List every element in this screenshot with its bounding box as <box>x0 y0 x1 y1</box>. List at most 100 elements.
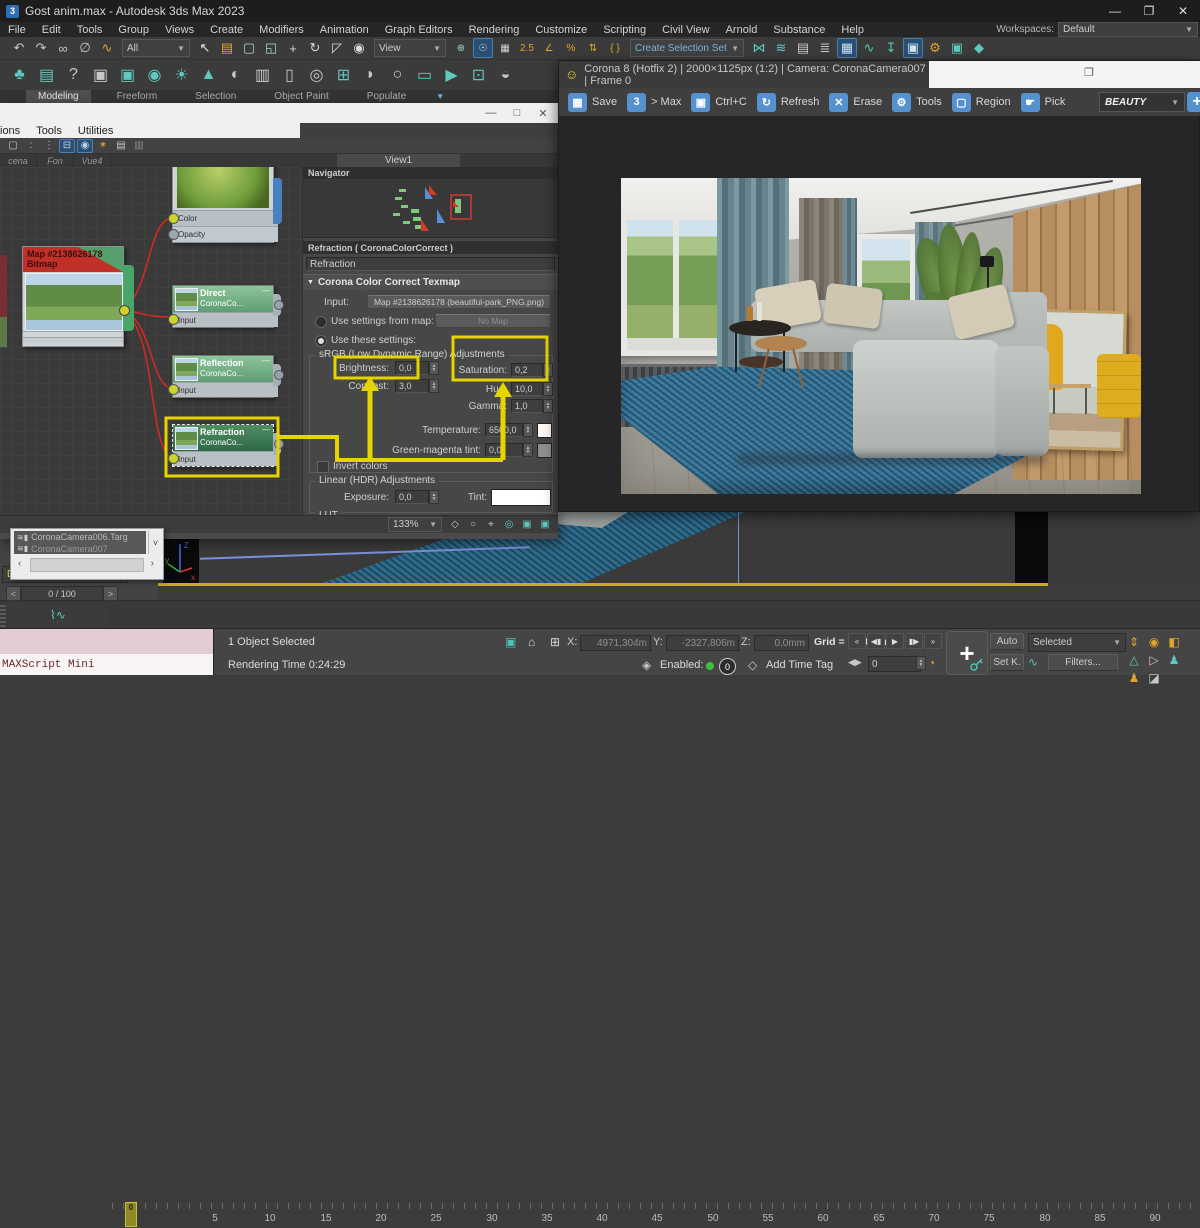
temperature-field[interactable]: 6500,0 <box>485 423 523 437</box>
input-map-button[interactable]: Map #2138626178 (beautiful-park_PNG.png) <box>367 295 551 309</box>
render-element-dropdown[interactable]: BEAUTY ▼ <box>1099 92 1185 112</box>
refresh-button[interactable]: ↻ Refresh <box>752 90 825 114</box>
zoom-region-icon[interactable]: ⌖ <box>483 518 499 532</box>
horizontal-scrollbar[interactable]: ‹ › <box>14 555 160 574</box>
sme-close-button[interactable]: ✕ <box>530 105 556 121</box>
collapse-icon[interactable]: — <box>262 286 270 295</box>
play-selected-icon[interactable]: ▷ <box>1145 651 1163 669</box>
menu-item[interactable]: Group <box>110 24 157 36</box>
put-to-library-icon[interactable]: ▤ <box>113 139 129 153</box>
connection-style-icon[interactable]: ⋮ <box>41 139 57 153</box>
vfb-restore-icon[interactable]: ❐ <box>1084 66 1094 79</box>
ribbon-config-icon[interactable]: ▼ <box>436 92 444 101</box>
light-icon[interactable]: ◉ <box>142 63 167 88</box>
reference-coordinate-dropdown[interactable]: View ▼ <box>374 39 446 57</box>
toggle-scene-explorer-icon[interactable]: ▤ <box>793 38 813 58</box>
node-slot-opacity[interactable]: Opacity <box>173 226 278 242</box>
menu-item[interactable]: Substance <box>765 24 833 36</box>
arc-rotate-icon[interactable]: ◐ <box>223 63 248 88</box>
x-coordinate-field[interactable]: 4971,304m <box>580 635 651 651</box>
shield-icon[interactable]: ◈ <box>642 658 651 672</box>
canvas-zoom-dropdown[interactable]: 133% ▼ <box>388 517 442 532</box>
navigator-map[interactable] <box>303 179 558 238</box>
play-button[interactable]: ▶ <box>886 633 904 649</box>
pick-button[interactable]: ☛ Pick <box>1016 90 1071 114</box>
ribbon-tab[interactable]: Modeling <box>26 90 91 103</box>
sme-minimize-button[interactable]: — <box>478 105 504 121</box>
ribbon-tab[interactable]: Freeform <box>105 90 170 103</box>
align-icon[interactable]: ≋ <box>771 38 791 58</box>
saturation-field[interactable]: 0,2 <box>511 363 543 377</box>
selection-lock-icon[interactable]: ⌂ <box>528 635 535 649</box>
edit-named-selection-sets-icon[interactable]: { } <box>605 38 625 58</box>
contrast-spinner[interactable] <box>429 379 439 393</box>
brightness-field[interactable]: 0,0 <box>395 361 429 375</box>
menu-item[interactable]: Tools <box>69 24 111 36</box>
invert-colors-checkbox[interactable] <box>317 461 329 473</box>
asset-library-icon[interactable]: ▥ <box>250 63 275 88</box>
list-dropdown-button[interactable]: ˅ <box>148 531 162 554</box>
use-settings-from-map-radio[interactable] <box>315 316 327 328</box>
foliage-icon[interactable]: ▲ <box>196 63 221 88</box>
go-to-end-button[interactable]: » <box>924 633 942 649</box>
menu-item[interactable]: Arnold <box>718 24 766 36</box>
material-wand-icon[interactable]: ✶ <box>95 139 111 153</box>
socket-icon[interactable] <box>274 300 284 310</box>
node-input-slot[interactable]: Input <box>173 312 278 327</box>
snaps-toggle-icon[interactable]: 2.5 <box>517 38 537 58</box>
adaptive-degradation-icon[interactable]: ⇕ <box>1125 633 1143 651</box>
refraction-node[interactable]: Refraction CoronaCo... — Input <box>168 424 284 467</box>
output-socket-icon[interactable] <box>119 305 130 316</box>
menu-item[interactable]: Scripting <box>595 24 654 36</box>
sun-positioner-icon[interactable]: ☀ <box>169 63 194 88</box>
set-keys-button[interactable]: + <box>946 631 988 675</box>
copy-button[interactable]: ▣ Ctrl+C <box>686 90 751 114</box>
sme-active-view-tab[interactable]: View1 <box>337 154 460 167</box>
menu-item[interactable]: Graph Editors <box>377 24 461 36</box>
current-frame-field[interactable]: 0 <box>868 656 921 672</box>
next-frame-button[interactable]: ▮▶ <box>905 633 923 649</box>
menu-item[interactable]: Views <box>157 24 202 36</box>
manage-layers-icon[interactable]: ≣ <box>815 38 835 58</box>
gamma-spinner[interactable] <box>543 399 553 413</box>
select-and-move-icon[interactable]: + <box>283 38 303 58</box>
socket-icon[interactable] <box>168 229 179 240</box>
slate-material-editor-icon[interactable]: ▣ <box>903 38 923 58</box>
rollout-header[interactable]: ▼ Corona Color Correct Texmap <box>303 274 558 290</box>
list-item[interactable]: ≋▮ CoronaCamera007 <box>14 543 146 554</box>
direct-node[interactable]: Direct CoronaCo... — Input <box>168 285 284 328</box>
window-crossing-icon[interactable]: ◱ <box>261 38 281 58</box>
material-node[interactable]: Color Opacity <box>168 167 282 243</box>
contrast-field[interactable]: 3,0 <box>395 379 429 393</box>
menu-item[interactable]: Edit <box>34 24 69 36</box>
monitor-icon[interactable]: ▭ <box>412 63 437 88</box>
user-icon[interactable]: ♟ <box>1165 651 1183 669</box>
menu-item[interactable]: Animation <box>312 24 377 36</box>
split-view-icon[interactable]: ⊡ <box>466 63 491 88</box>
mini-curve-editor-button[interactable]: ⌇∿ <box>8 603 108 626</box>
node-input-slot[interactable]: Input <box>173 451 278 466</box>
select-tool-icon[interactable]: ▢ <box>5 139 21 153</box>
create-selection-set-dropdown[interactable]: Create Selection Set ▼ <box>630 39 744 57</box>
notify-icon[interactable]: △ <box>1125 651 1143 669</box>
collapse-icon[interactable]: — <box>262 356 270 365</box>
reflection-node[interactable]: Reflection CoronaCo... — Input <box>168 355 284 398</box>
exposure-field[interactable]: 0,0 <box>395 490 429 504</box>
set-key-button[interactable]: Set K. <box>990 654 1024 671</box>
camera-sequencer-icon[interactable]: ▣ <box>115 63 140 88</box>
timeline-grip[interactable] <box>0 603 6 627</box>
bulb-outline-icon[interactable]: ○ <box>385 63 410 88</box>
viewport-layout-icon[interactable]: ◪ <box>1145 669 1163 687</box>
time-slider[interactable]: 0 <box>125 1202 137 1227</box>
delete-selected-icon[interactable]: ▥ <box>131 139 147 153</box>
angle-snap-icon[interactable]: ∠ <box>539 38 559 58</box>
render-setup-icon[interactable]: ↧ <box>881 38 901 58</box>
pan-icon[interactable]: ◇ <box>447 518 463 532</box>
temperature-spinner[interactable] <box>523 423 533 437</box>
temperature-swatch[interactable] <box>537 423 552 438</box>
sme-tab[interactable]: cena <box>0 154 37 167</box>
scrollbar-thumb[interactable] <box>30 558 144 572</box>
menu-item[interactable]: Help <box>833 24 872 36</box>
scene-converter-icon[interactable]: ♣ <box>7 63 32 88</box>
undo-icon[interactable]: ↶ <box>9 38 29 58</box>
